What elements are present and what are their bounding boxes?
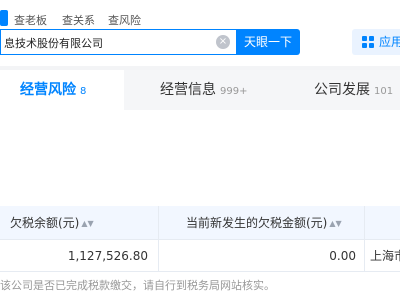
tab-business-info[interactable]: 经营信息 999+ xyxy=(160,70,247,110)
search-tab-boss[interactable]: 查老板 xyxy=(14,12,47,28)
app-button[interactable]: 应用 xyxy=(352,29,400,55)
clear-icon[interactable]: × xyxy=(216,35,230,49)
search-tab-risk[interactable]: 查风险 xyxy=(108,12,141,28)
top-search-bar: 查老板 查关系 查风险 息技术股份有限公司 × 天眼一下 应用 xyxy=(0,0,400,66)
column-divider xyxy=(364,206,365,240)
tab-label: 经营风险 xyxy=(20,82,76,98)
tab-count: 999+ xyxy=(220,86,248,97)
tab-count: 101 xyxy=(374,86,394,97)
content-area xyxy=(0,110,400,204)
tab-label: 经营信息 xyxy=(160,82,216,98)
cell-tax-balance: 1,127,526.80 xyxy=(67,249,148,263)
column-divider xyxy=(158,206,159,240)
search-input-value: 息技术股份有限公司 xyxy=(4,37,103,50)
active-search-tab-indicator[interactable] xyxy=(0,10,8,26)
tab-company-development[interactable]: 公司发展 101 xyxy=(314,70,393,110)
table-row: 1,127,526.80 0.00 上海市 xyxy=(0,240,400,272)
cell-tax-authority: 上海市 xyxy=(370,249,400,263)
section-tab-bar: 经营风险 8 经营信息 999+ 公司发展 101 xyxy=(0,70,400,110)
tab-business-risk[interactable]: 经营风险 8 xyxy=(0,70,124,110)
column-header-label: 当前新发生的欠税金额(元) xyxy=(186,216,328,230)
sort-icon[interactable]: ▲▼ xyxy=(81,219,93,228)
column-header-tax-balance[interactable]: 欠税余额(元) ▲▼ xyxy=(10,206,94,240)
table-header: 欠税余额(元) ▲▼ 当前新发生的欠税金额(元) ▲▼ xyxy=(0,206,400,240)
search-input[interactable]: 息技术股份有限公司 × xyxy=(0,29,236,55)
search-tab-relation[interactable]: 查关系 xyxy=(62,12,95,28)
app-button-label: 应用 xyxy=(379,35,400,49)
sort-icon[interactable]: ▲▼ xyxy=(329,219,341,228)
column-divider xyxy=(364,240,365,272)
search-button[interactable]: 天眼一下 xyxy=(236,29,300,55)
tab-count: 8 xyxy=(80,86,87,97)
cell-new-tax-amount: 0.00 xyxy=(329,249,356,263)
column-divider xyxy=(158,240,159,272)
tab-label: 公司发展 xyxy=(314,82,370,98)
column-header-new-tax-amount[interactable]: 当前新发生的欠税金额(元) ▲▼ xyxy=(186,206,342,240)
verification-note: 该公司是否已完成税款缴交，请自行到税务局网站核实。 xyxy=(0,279,275,292)
grid-icon xyxy=(362,36,374,48)
column-header-label: 欠税余额(元) xyxy=(10,216,80,230)
